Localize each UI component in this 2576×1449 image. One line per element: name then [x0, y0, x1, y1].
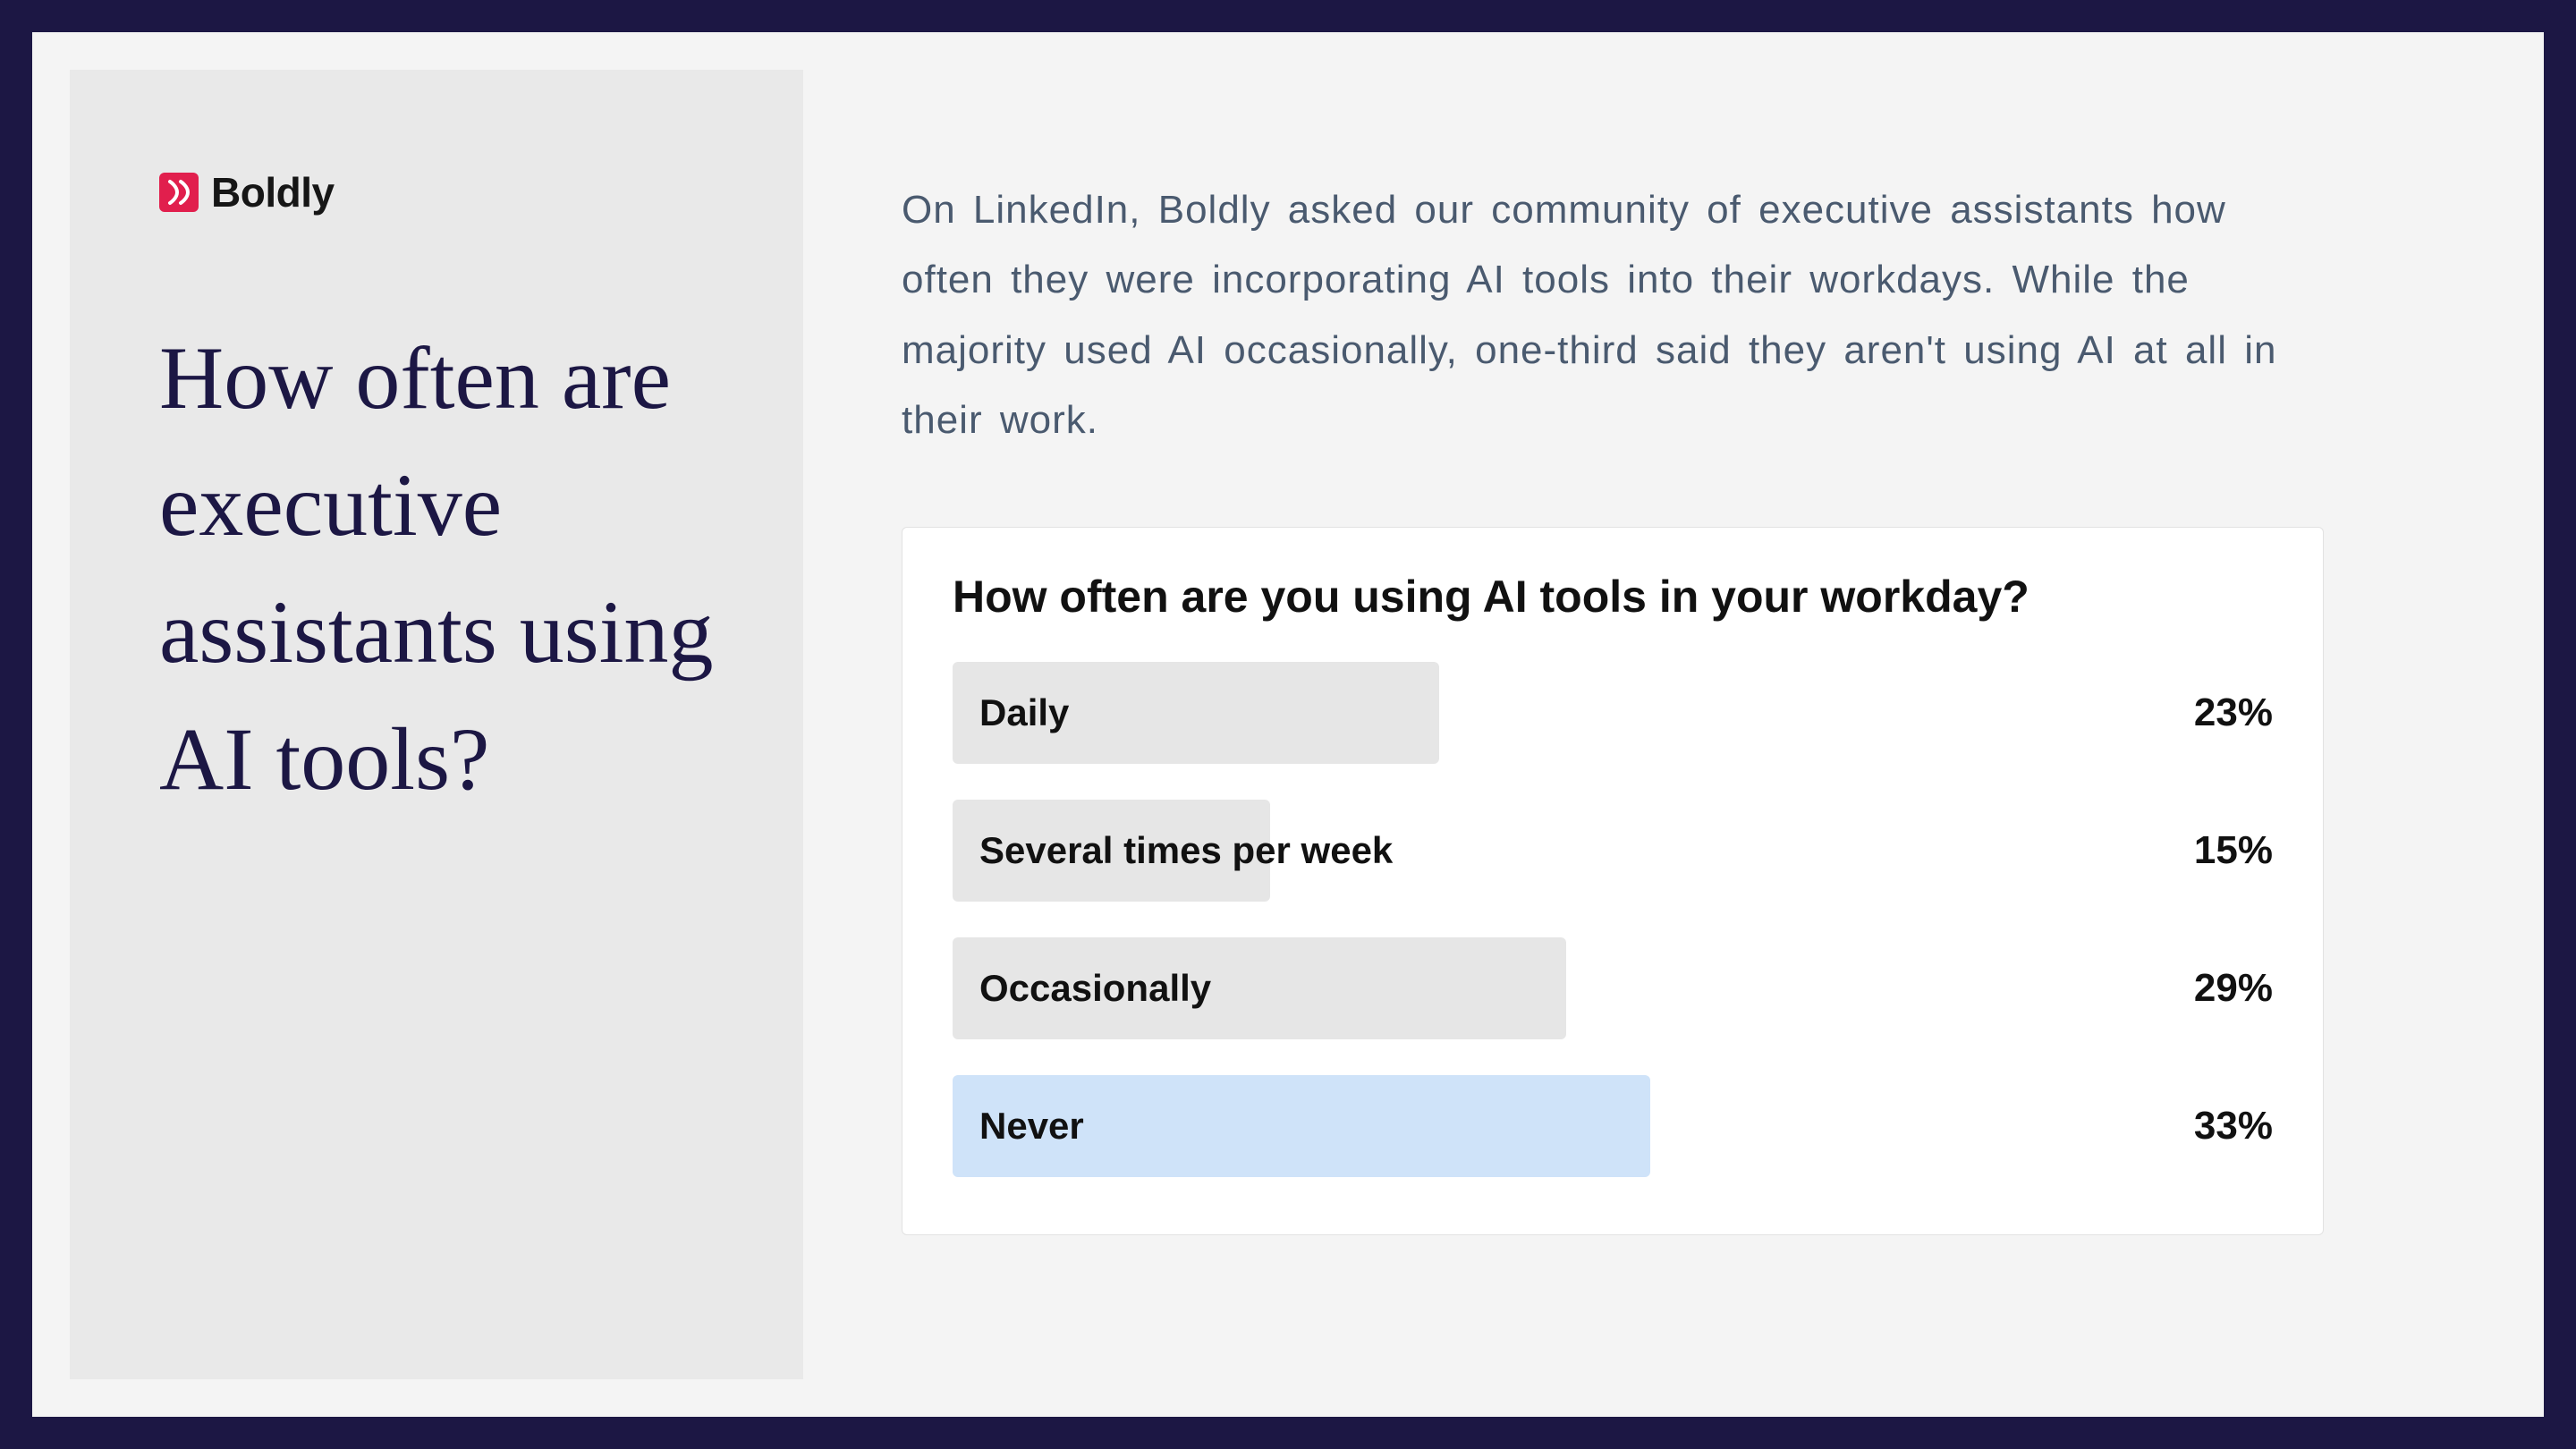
canvas: Boldly How often are executive assistant…: [32, 32, 2544, 1417]
brand-logo-icon: [159, 173, 199, 212]
poll-option-percent: 23%: [2194, 691, 2273, 735]
poll-row: Several times per week 15%: [953, 800, 2273, 902]
poll-row: Daily 23%: [953, 662, 2273, 764]
poll-rows: Daily 23% Several times per week 15% Occasio…: [953, 662, 2273, 1177]
poll-option-percent: 33%: [2194, 1104, 2273, 1148]
headline: How often are executive assistants using…: [159, 315, 732, 823]
poll-option-label: Daily: [953, 691, 1069, 734]
poll-option-percent: 15%: [2194, 828, 2273, 873]
intro-paragraph: On LinkedIn, Boldly asked our community …: [902, 175, 2297, 455]
poll-option-label: Occasionally: [953, 967, 1211, 1010]
brand-name: Boldly: [211, 168, 335, 216]
main-content: On LinkedIn, Boldly asked our community …: [803, 32, 2544, 1417]
side-panel: Boldly How often are executive assistant…: [70, 70, 803, 1379]
poll-row: Occasionally 29%: [953, 937, 2273, 1039]
poll-row: Never 33%: [953, 1075, 2273, 1177]
poll-question: How often are you using AI tools in your…: [953, 571, 2273, 623]
poll-option-percent: 29%: [2194, 966, 2273, 1011]
poll-card: How often are you using AI tools in your…: [902, 527, 2324, 1235]
poll-option-label: Several times per week: [953, 829, 1393, 872]
brand-lockup: Boldly: [159, 168, 732, 216]
poll-option-label: Never: [953, 1105, 1084, 1148]
outer-frame: Boldly How often are executive assistant…: [0, 0, 2576, 1449]
